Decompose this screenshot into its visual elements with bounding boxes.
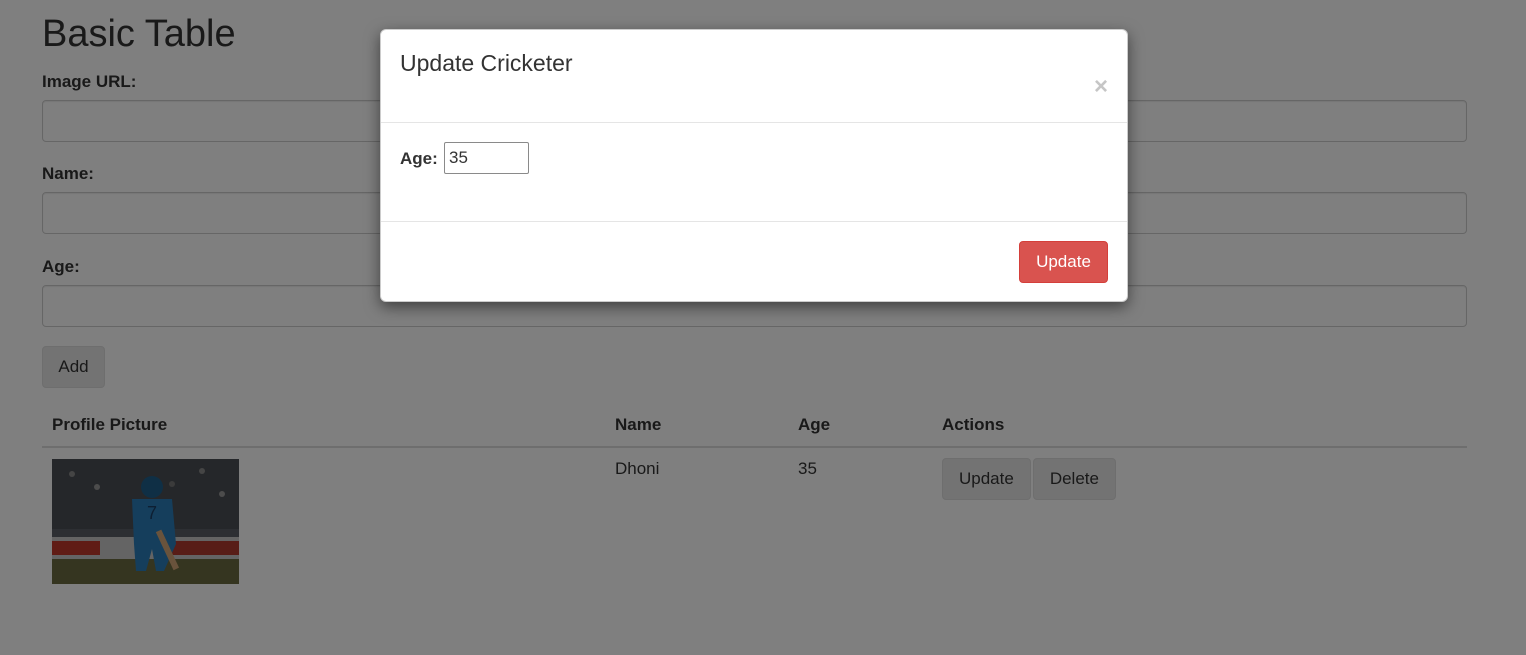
modal-age-input[interactable] — [444, 142, 529, 174]
modal-footer: Update — [381, 222, 1127, 301]
modal-title: Update Cricketer — [400, 50, 573, 76]
modal-body: Age: — [381, 123, 1127, 222]
modal-age-label: Age: — [400, 149, 438, 168]
close-icon[interactable]: × — [1094, 75, 1108, 99]
update-cricketer-modal: Update Cricketer × Age: Update — [380, 29, 1128, 302]
modal-update-button[interactable]: Update — [1019, 241, 1108, 283]
modal-header: Update Cricketer × — [381, 30, 1127, 123]
